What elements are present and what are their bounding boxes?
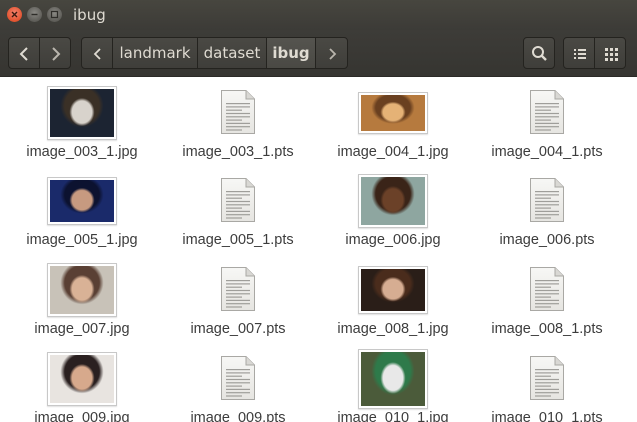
minimize-window-button[interactable]: [27, 7, 42, 22]
minimize-icon: [31, 13, 38, 16]
search-button[interactable]: [523, 37, 555, 69]
close-window-button[interactable]: [7, 7, 22, 22]
file-item-document[interactable]: image_010_1.pts: [472, 343, 622, 422]
text-document-icon: [530, 267, 564, 311]
chevron-right-icon: [52, 47, 61, 61]
file-item-document[interactable]: image_006.pts: [472, 165, 622, 251]
photo-preview: [50, 266, 114, 314]
text-document-icon: [221, 90, 255, 134]
text-document-icon: [530, 90, 564, 134]
window-title: ibug: [73, 6, 106, 24]
file-name-label: image_007.jpg: [34, 321, 130, 337]
photo-preview: [50, 180, 114, 222]
file-item-document[interactable]: image_008_1.pts: [472, 254, 622, 340]
image-thumbnail: [358, 349, 428, 409]
image-thumbnail: [47, 177, 117, 225]
maximize-window-button[interactable]: [47, 7, 62, 22]
list-view-icon: [574, 49, 586, 59]
image-thumbnail: [47, 352, 117, 406]
search-icon: [532, 46, 547, 61]
image-thumbnail: [47, 86, 117, 140]
file-name-label: image_003_1.pts: [182, 144, 294, 160]
file-item-image[interactable]: image_006.jpg: [318, 165, 468, 251]
file-item-image[interactable]: image_003_1.jpg: [7, 77, 157, 163]
breadcrumb-label: dataset: [203, 44, 261, 62]
file-item-image[interactable]: image_008_1.jpg: [318, 254, 468, 340]
photo-preview: [361, 352, 425, 406]
file-name-label: image_006.pts: [499, 232, 595, 248]
list-view-button[interactable]: [563, 37, 595, 69]
chevron-left-icon: [19, 47, 28, 61]
close-icon: [11, 11, 18, 18]
grid-view-icon: [605, 48, 618, 61]
file-name-label: image_006.jpg: [345, 232, 441, 248]
grid-view-button[interactable]: [594, 37, 626, 69]
file-grid: image_003_1.jpg image_003_1.pts image_004_…: [0, 77, 637, 422]
file-item-image[interactable]: image_004_1.jpg: [318, 77, 468, 163]
text-document-icon: [221, 267, 255, 311]
file-name-label: image_003_1.jpg: [26, 144, 138, 160]
breadcrumb-dataset[interactable]: dataset: [197, 37, 267, 69]
text-document-icon: [221, 356, 255, 400]
photo-preview: [361, 177, 425, 225]
file-name-label: image_008_1.pts: [491, 321, 603, 337]
file-item-image[interactable]: image_005_1.jpg: [7, 165, 157, 251]
maximize-icon: [50, 10, 59, 19]
photo-preview: [361, 95, 425, 131]
file-name-label: image_008_1.jpg: [337, 321, 449, 337]
file-item-image[interactable]: image_010_1.jpg: [318, 343, 468, 422]
breadcrumb-scroll-right-button[interactable]: [315, 37, 348, 69]
image-thumbnail: [358, 174, 428, 228]
file-item-document[interactable]: image_004_1.pts: [472, 77, 622, 163]
breadcrumb-ibug[interactable]: ibug: [266, 37, 316, 69]
photo-preview: [50, 355, 114, 403]
text-document-icon: [530, 178, 564, 222]
file-item-document[interactable]: image_003_1.pts: [163, 77, 313, 163]
forward-button[interactable]: [39, 37, 71, 69]
back-button[interactable]: [8, 37, 40, 69]
image-thumbnail: [358, 266, 428, 314]
file-item-image[interactable]: image_007.jpg: [7, 254, 157, 340]
file-name-label: image_010_1.jpg: [337, 410, 449, 422]
file-name-label: image_005_1.pts: [182, 232, 294, 248]
chevron-left-icon: [93, 48, 101, 60]
breadcrumb-landmark[interactable]: landmark: [112, 37, 198, 69]
file-name-label: image_004_1.pts: [491, 144, 603, 160]
chevron-right-icon: [329, 48, 337, 60]
file-item-document[interactable]: image_009.pts: [163, 343, 313, 422]
breadcrumb-label: landmark: [119, 44, 191, 62]
text-document-icon: [530, 356, 564, 400]
file-name-label: image_009.jpg: [34, 410, 130, 422]
file-item-document[interactable]: image_005_1.pts: [163, 165, 313, 251]
title-bar: ibug: [0, 0, 637, 30]
file-item-image[interactable]: image_009.jpg: [7, 343, 157, 422]
photo-preview: [361, 269, 425, 311]
file-name-label: image_010_1.pts: [491, 410, 603, 422]
file-name-label: image_009.pts: [190, 410, 286, 422]
file-name-label: image_005_1.jpg: [26, 232, 138, 248]
text-document-icon: [221, 178, 255, 222]
file-item-document[interactable]: image_007.pts: [163, 254, 313, 340]
image-thumbnail: [47, 263, 117, 317]
file-name-label: image_007.pts: [190, 321, 286, 337]
toolbar: landmark dataset ibug: [0, 30, 637, 77]
breadcrumb-label: ibug: [272, 44, 310, 62]
image-thumbnail: [358, 92, 428, 134]
photo-preview: [50, 89, 114, 137]
file-name-label: image_004_1.jpg: [337, 144, 449, 160]
breadcrumb-scroll-left-button[interactable]: [81, 37, 113, 69]
